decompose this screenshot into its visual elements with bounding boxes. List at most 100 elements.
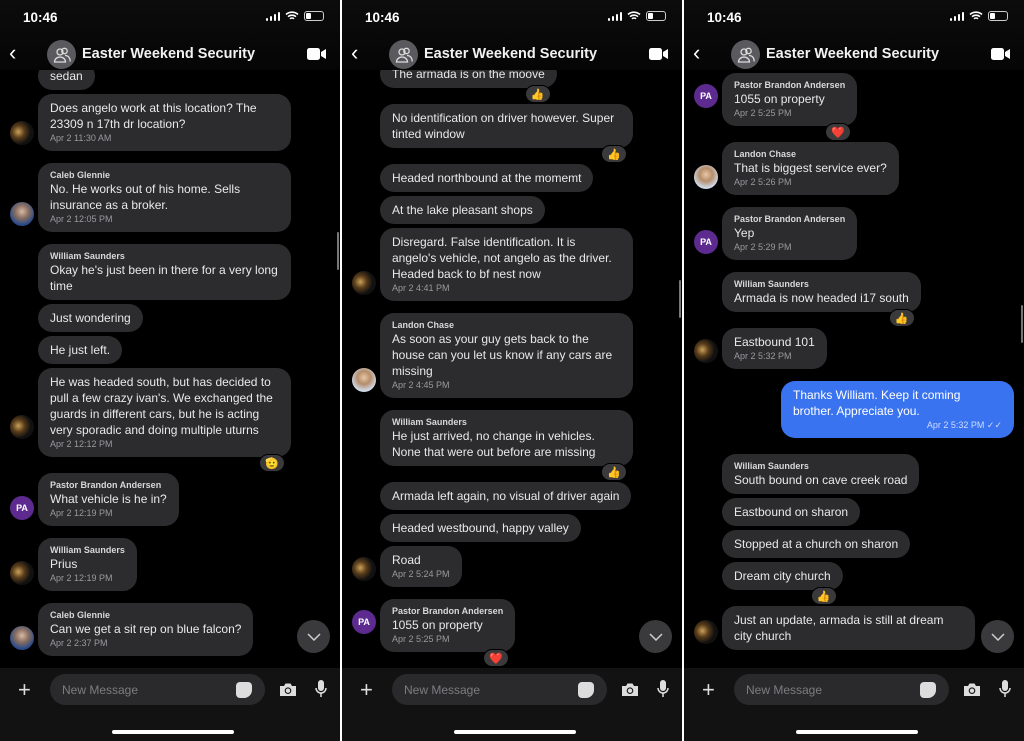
back-chevron-icon[interactable]: ‹ [9, 42, 16, 64]
microphone-icon[interactable] [657, 680, 669, 698]
message-bubble[interactable]: Pastor Brandon Andersen Yep Apr 2 5:29 PM [722, 207, 858, 260]
group-avatar-people-icon[interactable] [47, 40, 76, 69]
reaction-badge[interactable]: 👍 [524, 85, 551, 103]
group-avatar-people-icon[interactable] [731, 40, 760, 69]
message-bubble[interactable]: Does angelo work at this location? The 2… [38, 94, 291, 151]
home-indicator[interactable] [454, 730, 576, 734]
home-indicator[interactable] [112, 730, 234, 734]
back-chevron-icon[interactable]: ‹ [351, 42, 358, 64]
message-list[interactable]: Pastor Brandon Andersen 1055 on property A… [684, 73, 1024, 662]
message-text: Eastbound on sharon [734, 505, 849, 519]
message-bubble[interactable]: No identification on driver however. Sup… [380, 104, 633, 148]
home-indicator[interactable] [796, 730, 918, 734]
message-bubble[interactable]: Caleb Glennie Can we get a sit rep on blu… [38, 603, 254, 656]
reaction-badge[interactable]: 👍 [810, 587, 837, 605]
microphone-icon[interactable] [999, 680, 1011, 698]
message-bubble[interactable]: William Saunders He just arrived, no chan… [380, 410, 633, 466]
conversation-title[interactable]: Easter Weekend Security [82, 46, 255, 62]
camera-icon[interactable] [279, 682, 297, 697]
message-bubble[interactable]: Just wondering [38, 304, 143, 332]
avatar[interactable]: PA [352, 610, 376, 634]
conversation-title[interactable]: Easter Weekend Security [424, 46, 597, 62]
sticker-icon[interactable] [578, 682, 594, 698]
message-bubble[interactable]: Dream city church [722, 562, 843, 590]
message-list[interactable]: The armada is on the moove 👍 No identifica… [342, 60, 682, 668]
reaction-badge[interactable]: 👍 [601, 145, 627, 163]
avatar[interactable]: PA [694, 230, 718, 254]
reaction-badge[interactable]: ❤️ [483, 649, 510, 667]
camera-icon[interactable] [621, 682, 639, 697]
scrollbar[interactable] [1020, 305, 1023, 343]
scrollbar[interactable] [336, 232, 339, 270]
add-plus-icon[interactable]: + [18, 677, 31, 703]
message-list[interactable]: sedan Does angelo work at this location? … [0, 62, 340, 668]
message-bubble[interactable]: Eastbound on sharon [722, 498, 861, 526]
message-row: William Saunders South bound on cave cree… [722, 454, 1024, 494]
camera-icon[interactable] [963, 682, 981, 697]
new-message-input[interactable] [734, 674, 949, 705]
video-call-icon[interactable] [991, 48, 1010, 60]
message-timestamp: Apr 2 5:24 PM [392, 568, 450, 581]
message-bubble[interactable]: Disregard. False identification. It is a… [380, 228, 633, 301]
add-plus-icon[interactable]: + [702, 677, 715, 703]
message-bubble[interactable]: Stopped at a church on sharon [722, 530, 911, 558]
message-bubble[interactable]: Pastor Brandon Andersen What vehicle is h… [38, 473, 179, 526]
reaction-badge[interactable]: 👍 [888, 309, 915, 327]
message-timestamp: Apr 2 5:25 PM [392, 633, 503, 646]
avatar[interactable] [352, 368, 376, 392]
message-bubble[interactable]: Pastor Brandon Andersen 1055 on property A… [380, 599, 516, 652]
scrollbar[interactable] [678, 280, 681, 318]
message-row: He just left. [38, 336, 340, 364]
new-message-input[interactable] [392, 674, 607, 705]
message-bubble[interactable]: William Saunders Armada is now headed i17… [722, 272, 921, 312]
avatar[interactable] [352, 557, 376, 581]
message-bubble[interactable]: Landon Chase As soon as your guy gets bac… [380, 313, 633, 398]
message-bubble[interactable]: Road Apr 2 5:24 PM [380, 546, 462, 587]
avatar[interactable] [694, 620, 718, 644]
timestamp-text: Apr 2 12:12 PM [50, 439, 113, 449]
message-bubble[interactable]: William Saunders Okay he's just been in t… [38, 244, 291, 300]
message-bubble[interactable]: William Saunders Prius Apr 2 12:19 PM [38, 538, 137, 591]
message-bubble[interactable]: William Saunders South bound on cave cree… [722, 454, 920, 494]
conversation-title[interactable]: Easter Weekend Security [766, 46, 939, 62]
message-bubble[interactable]: Pastor Brandon Andersen 1055 on property A… [722, 73, 858, 126]
message-bubble[interactable]: Just an update, armada is still at dream… [722, 606, 975, 650]
signal-icon [607, 11, 622, 21]
microphone-icon[interactable] [315, 680, 327, 698]
avatar[interactable] [10, 561, 34, 585]
video-call-icon[interactable] [649, 48, 668, 60]
avatar[interactable] [694, 165, 718, 189]
message-bubble[interactable]: Landon Chase That is biggest service ever… [722, 142, 899, 195]
sticker-icon[interactable] [920, 682, 936, 698]
video-call-icon[interactable] [307, 48, 326, 60]
avatar[interactable]: PA [694, 84, 718, 108]
message-bubble[interactable]: He was headed south, but has decided to … [38, 368, 291, 457]
scroll-to-bottom-button[interactable] [639, 620, 672, 653]
message-bubble[interactable]: Headed westbound, happy valley [380, 514, 581, 542]
scroll-to-bottom-button[interactable] [981, 620, 1014, 653]
message-bubble[interactable]: Headed northbound at the momemt [380, 164, 594, 192]
message-bubble[interactable]: Eastbound 101 Apr 2 5:32 PM [722, 328, 827, 369]
reaction-badge[interactable]: 🫡 [259, 454, 285, 472]
avatar[interactable] [352, 271, 376, 295]
avatar[interactable] [10, 121, 34, 145]
add-plus-icon[interactable]: + [360, 677, 373, 703]
message-bubble[interactable]: Armada left again, no visual of driver a… [380, 482, 632, 510]
avatar[interactable]: PA [10, 496, 34, 520]
message-text: Armada left again, no visual of driver a… [392, 489, 620, 503]
reaction-badge[interactable]: 👍 [601, 463, 627, 481]
outgoing-message-bubble[interactable]: Thanks William. Keep it coming brother. … [781, 381, 1014, 438]
avatar[interactable] [10, 202, 34, 226]
scroll-to-bottom-button[interactable] [297, 620, 330, 653]
sticker-icon[interactable] [236, 682, 252, 698]
new-message-input[interactable] [50, 674, 265, 705]
message-bubble[interactable]: At the lake pleasant shops [380, 196, 545, 224]
group-avatar-people-icon[interactable] [389, 40, 418, 69]
avatar[interactable] [10, 415, 34, 439]
reaction-badge[interactable]: ❤️ [825, 123, 852, 141]
avatar[interactable] [694, 339, 718, 363]
back-chevron-icon[interactable]: ‹ [693, 42, 700, 64]
avatar[interactable] [10, 626, 34, 650]
message-bubble[interactable]: Caleb Glennie No. He works out of his hom… [38, 163, 291, 232]
message-bubble[interactable]: He just left. [38, 336, 123, 364]
